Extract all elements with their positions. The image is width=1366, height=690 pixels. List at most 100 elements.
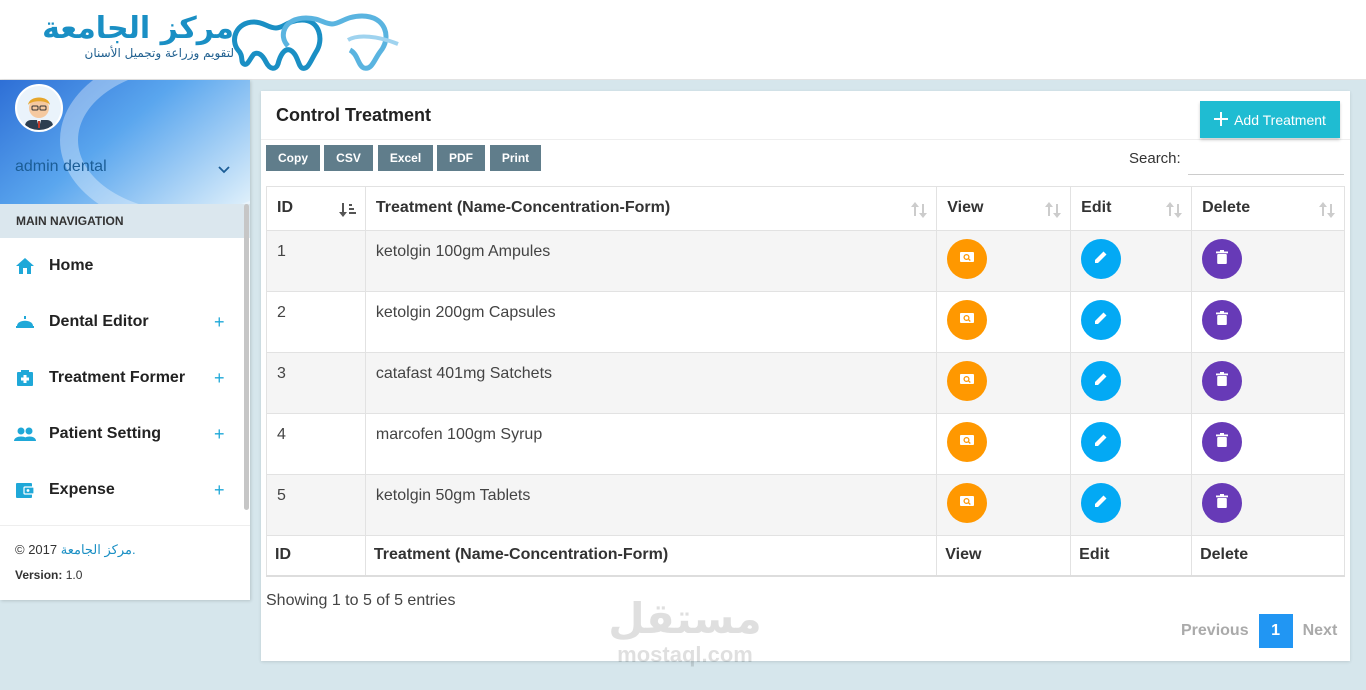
edit-button[interactable] bbox=[1081, 483, 1122, 523]
cell-view bbox=[936, 413, 1072, 475]
delete-button[interactable] bbox=[1202, 422, 1243, 462]
column-header-treatment[interactable]: Treatment (Name-Concentration-Form) bbox=[364, 186, 938, 231]
view-icon bbox=[959, 372, 975, 390]
table-row: 4 marcofen 100gm Syrup bbox=[266, 413, 1345, 475]
sidebar-item-dental-editor[interactable]: Dental Editor + bbox=[0, 294, 244, 350]
pencil-icon bbox=[1094, 311, 1108, 330]
sidebar-scrollbar[interactable] bbox=[244, 204, 249, 510]
column-header-delete[interactable]: Delete bbox=[1191, 186, 1345, 231]
sidebar-item-treatment-former[interactable]: Treatment Former + bbox=[0, 350, 244, 406]
home-icon bbox=[14, 255, 36, 277]
add-treatment-button[interactable]: Add Treatment bbox=[1200, 101, 1340, 138]
cell-view bbox=[936, 291, 1072, 353]
delete-button[interactable] bbox=[1202, 361, 1243, 401]
cell-view bbox=[936, 230, 1072, 292]
trash-icon bbox=[1216, 310, 1229, 330]
cell-view bbox=[936, 474, 1072, 536]
expand-icon[interactable]: + bbox=[214, 480, 244, 501]
pdf-button[interactable]: PDF bbox=[437, 145, 485, 171]
sidebar-item-label: Dental Editor bbox=[49, 313, 149, 330]
cell-edit bbox=[1070, 291, 1193, 353]
logo-title: مركز الجامعة bbox=[42, 11, 234, 46]
user-name[interactable]: admin dental bbox=[15, 158, 107, 176]
next-page-button[interactable]: Next bbox=[1293, 622, 1348, 640]
edit-button[interactable] bbox=[1081, 361, 1122, 401]
column-header-edit[interactable]: Edit bbox=[1070, 186, 1193, 231]
search-input[interactable] bbox=[1188, 147, 1344, 175]
sort-asc-icon bbox=[338, 203, 356, 217]
footer-edit: Edit bbox=[1070, 535, 1193, 577]
copy-button[interactable]: Copy bbox=[266, 145, 320, 171]
expand-icon[interactable]: + bbox=[214, 424, 244, 445]
delete-button[interactable] bbox=[1202, 300, 1243, 340]
cell-view bbox=[936, 352, 1072, 414]
sidebar-item-label: Expense bbox=[49, 481, 115, 498]
version-info: Version: 1.0 bbox=[15, 568, 235, 582]
table-row: 5 ketolgin 50gm Tablets bbox=[266, 474, 1345, 536]
pencil-icon bbox=[1094, 433, 1108, 452]
sidebar-item-home[interactable]: Home bbox=[0, 238, 244, 294]
copyright-text: © 2017 bbox=[15, 542, 58, 557]
watermark-arabic: مستقل bbox=[608, 594, 762, 643]
plus-icon bbox=[1214, 110, 1229, 130]
trash-icon bbox=[1216, 249, 1229, 269]
cell-delete bbox=[1191, 474, 1345, 536]
delete-button[interactable] bbox=[1202, 239, 1243, 279]
copyright-link[interactable]: مركز الجامعة. bbox=[61, 542, 136, 557]
view-button[interactable] bbox=[947, 239, 988, 279]
expand-icon[interactable]: + bbox=[214, 368, 244, 389]
table-footer-row: ID Treatment (Name-Concentration-Form) V… bbox=[266, 535, 1345, 577]
view-button[interactable] bbox=[947, 361, 988, 401]
pagination: Previous 1 Next bbox=[1171, 614, 1347, 648]
table-row: 3 catafast 401mg Satchets bbox=[266, 352, 1345, 414]
copyright: © 2017 مركز الجامعة. bbox=[15, 542, 235, 558]
sidebar-item-expense[interactable]: Expense + bbox=[0, 462, 244, 518]
clinic-logo[interactable]: مركز الجامعة لتقويم وزراعة وتجميل الأسنا… bbox=[10, 8, 410, 74]
cell-edit bbox=[1070, 230, 1193, 292]
medical-icon bbox=[14, 367, 36, 389]
csv-button[interactable]: CSV bbox=[324, 145, 373, 171]
version-label: Version: bbox=[15, 568, 63, 582]
expand-icon[interactable]: + bbox=[214, 312, 244, 333]
watermark: مستقل mostaql.com bbox=[600, 596, 770, 668]
pencil-icon bbox=[1094, 250, 1108, 269]
wallet-icon bbox=[14, 479, 36, 501]
edit-button[interactable] bbox=[1081, 239, 1122, 279]
page-title: Control Treatment bbox=[276, 105, 432, 125]
add-treatment-label: Add Treatment bbox=[1234, 111, 1326, 128]
page-1-button[interactable]: 1 bbox=[1258, 614, 1293, 648]
trash-icon bbox=[1216, 432, 1229, 452]
cell-id: 4 bbox=[266, 413, 366, 475]
cell-edit bbox=[1070, 352, 1193, 414]
sort-icon bbox=[1045, 202, 1062, 218]
cell-edit bbox=[1070, 413, 1193, 475]
cell-treatment: catafast 401mg Satchets bbox=[364, 352, 938, 414]
view-button[interactable] bbox=[947, 483, 988, 523]
table-row: 2 ketolgin 200gm Capsules bbox=[266, 291, 1345, 353]
view-button[interactable] bbox=[947, 422, 988, 462]
cell-treatment: ketolgin 100gm Ampules bbox=[364, 230, 938, 292]
delete-button[interactable] bbox=[1202, 483, 1243, 523]
user-avatar-icon bbox=[17, 86, 61, 130]
sidebar-footer: © 2017 مركز الجامعة. Version: 1.0 bbox=[0, 525, 250, 600]
print-button[interactable]: Print bbox=[490, 145, 541, 171]
sort-icon bbox=[1319, 202, 1335, 218]
pencil-icon bbox=[1094, 372, 1108, 391]
column-header-id[interactable]: ID bbox=[266, 186, 366, 231]
column-header-view[interactable]: View bbox=[936, 186, 1072, 231]
excel-button[interactable]: Excel bbox=[378, 145, 433, 171]
chevron-down-icon[interactable] bbox=[218, 163, 230, 177]
trash-icon bbox=[1216, 371, 1229, 391]
version-value: 1.0 bbox=[65, 568, 83, 582]
previous-page-button[interactable]: Previous bbox=[1171, 622, 1259, 640]
sidebar-item-label: Home bbox=[49, 257, 94, 274]
user-panel: admin dental bbox=[0, 80, 250, 204]
edit-button[interactable] bbox=[1081, 422, 1122, 462]
view-button[interactable] bbox=[947, 300, 988, 340]
edit-button[interactable] bbox=[1081, 300, 1122, 340]
avatar[interactable] bbox=[15, 84, 63, 132]
people-icon bbox=[14, 423, 36, 445]
sidebar-item-patient-setting[interactable]: Patient Setting + bbox=[0, 406, 244, 462]
pencil-icon bbox=[1094, 494, 1108, 513]
watermark-latin: mostaql.com bbox=[617, 642, 753, 667]
